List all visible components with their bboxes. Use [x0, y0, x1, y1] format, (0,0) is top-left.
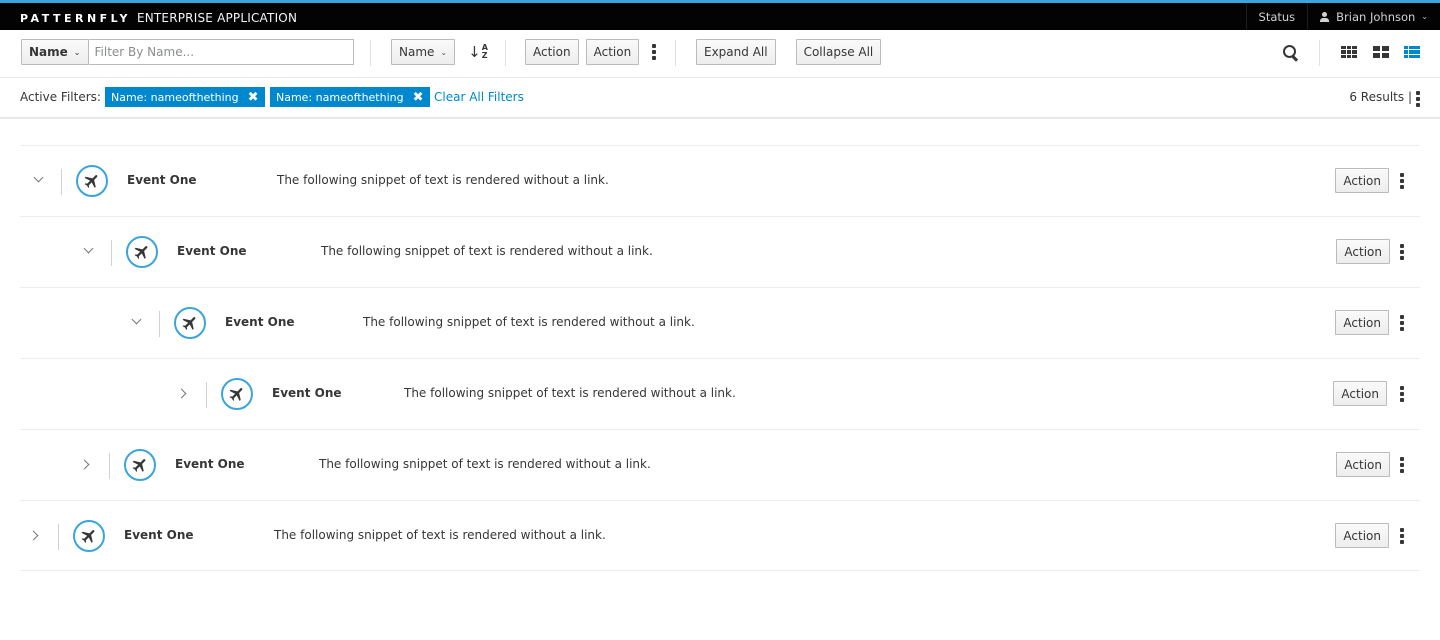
chevron-right-icon[interactable] — [31, 531, 41, 541]
kebab-menu-icon[interactable] — [1400, 315, 1404, 331]
user-icon — [1320, 11, 1330, 22]
brand[interactable]: PATTERNFLY ENTERPRISE APPLICATION — [20, 7, 297, 29]
kebab-menu-icon[interactable] — [1416, 91, 1420, 107]
close-icon[interactable]: ✖ — [248, 90, 259, 105]
clear-all-filters-link[interactable]: Clear All Filters — [434, 90, 524, 104]
list-item-title: Event One — [127, 173, 197, 187]
list-item-description: The following snippet of text is rendere… — [319, 457, 651, 471]
plane-icon — [126, 236, 158, 268]
collapse-all-button[interactable]: Collapse All — [795, 39, 882, 65]
toolbar-divider — [370, 40, 371, 66]
list-item[interactable]: Event One The following snippet of text … — [20, 287, 1420, 358]
row-divider — [111, 240, 112, 266]
results-count: 6 Results | — [1349, 90, 1412, 104]
list-item[interactable]: Event One The following snippet of text … — [20, 429, 1420, 500]
list-item[interactable]: Event One The following snippet of text … — [20, 500, 1420, 571]
plane-icon — [73, 520, 105, 552]
masthead: PATTERNFLY ENTERPRISE APPLICATION Status… — [0, 0, 1440, 30]
plane-icon — [76, 165, 108, 197]
filter-chip-label: Name: nameofthething — [276, 90, 404, 104]
row-divider — [159, 311, 160, 337]
small-icon-view-icon[interactable] — [1341, 46, 1357, 58]
kebab-menu-icon[interactable] — [1400, 173, 1404, 189]
row-action-button[interactable]: Action — [1336, 239, 1390, 264]
list-item-title: Event One — [272, 386, 342, 400]
action-group: Action Action — [525, 39, 657, 65]
status-label: Status — [1258, 9, 1296, 24]
kebab-menu-icon[interactable] — [1400, 386, 1404, 402]
sort-group: Name ⌄ ↓ AZ — [391, 39, 488, 65]
brand-logo: PATTERNFLY — [20, 11, 131, 25]
list-view-icon[interactable] — [1404, 46, 1420, 58]
filter-input[interactable]: Filter By Name... — [88, 39, 354, 65]
sort-field-label: Name — [399, 45, 435, 59]
list-item[interactable]: Event One The following snippet of text … — [20, 145, 1420, 216]
chevron-down-icon: ⌄ — [1421, 12, 1428, 21]
list-item-description: The following snippet of text is rendere… — [277, 173, 609, 187]
status-link[interactable]: Status — [1245, 3, 1308, 30]
list-item-description: The following snippet of text is rendere… — [321, 244, 653, 258]
action-button-1[interactable]: Action — [525, 39, 579, 65]
list-item[interactable]: Event One The following snippet of text … — [20, 216, 1420, 287]
chevron-down-icon: ⌄ — [440, 47, 448, 57]
sort-alpha-asc-icon[interactable]: ↓ AZ — [468, 44, 488, 60]
list-view: Event One The following snippet of text … — [20, 145, 1420, 571]
plane-icon — [124, 449, 156, 481]
search-icon[interactable] — [1283, 45, 1299, 61]
row-action-button[interactable]: Action — [1335, 523, 1389, 548]
kebab-menu-icon[interactable] — [652, 44, 657, 60]
row-divider — [58, 524, 59, 550]
action-button-2[interactable]: Action — [585, 39, 640, 65]
close-icon[interactable]: ✖ — [413, 90, 424, 105]
filter-type-dropdown[interactable]: Name ⌄ — [21, 39, 89, 65]
user-name: Brian Johnson — [1336, 9, 1416, 24]
row-action-button[interactable]: Action — [1335, 168, 1389, 193]
large-icon-view-icon[interactable] — [1373, 46, 1389, 58]
active-filters-label: Active Filters: — [20, 90, 101, 104]
list-item[interactable]: Event One The following snippet of text … — [20, 358, 1420, 429]
chevron-down-icon: ⌄ — [73, 47, 81, 57]
user-menu[interactable]: Brian Johnson ⌄ — [1307, 3, 1440, 30]
toolbar-divider — [675, 40, 676, 66]
list-item-title: Event One — [177, 244, 247, 258]
utility-nav: Status Brian Johnson ⌄ — [1245, 3, 1440, 30]
list-item-description: The following snippet of text is rendere… — [404, 386, 736, 400]
row-action-button[interactable]: Action — [1333, 381, 1387, 406]
brand-product-name: ENTERPRISE APPLICATION — [136, 11, 298, 25]
list-item-description: The following snippet of text is rendere… — [363, 315, 695, 329]
filter-chip: Name: nameofthething ✖ — [270, 87, 430, 107]
list-item-title: Event One — [225, 315, 295, 329]
filter-chip: Name: nameofthething ✖ — [105, 87, 265, 107]
row-action-button[interactable]: Action — [1335, 310, 1389, 335]
chevron-right-icon[interactable] — [179, 389, 189, 399]
expand-all-button[interactable]: Expand All — [696, 39, 776, 65]
chevron-down-icon[interactable] — [132, 318, 142, 328]
toolbar-divider — [1319, 40, 1320, 66]
active-filters-bar: Active Filters: Name: nameofthething ✖ N… — [0, 79, 1440, 119]
filter-type-label: Name — [29, 45, 68, 59]
expand-collapse-group: Expand All Collapse All — [696, 39, 882, 65]
chevron-down-icon[interactable] — [84, 247, 94, 257]
chevron-right-icon[interactable] — [82, 460, 92, 470]
row-divider — [109, 453, 110, 479]
kebab-menu-icon[interactable] — [1400, 244, 1404, 260]
toolbar-divider — [505, 40, 506, 66]
list-item-description: The following snippet of text is rendere… — [274, 528, 606, 542]
row-action-button[interactable]: Action — [1336, 452, 1390, 477]
kebab-menu-icon[interactable] — [1400, 528, 1404, 544]
filter-group: Name ⌄ Filter By Name... — [21, 39, 354, 65]
plane-icon — [221, 378, 253, 410]
list-item-title: Event One — [175, 457, 245, 471]
row-divider — [206, 382, 207, 408]
row-divider — [61, 169, 62, 195]
sort-field-dropdown[interactable]: Name ⌄ — [391, 39, 456, 65]
filter-chip-label: Name: nameofthething — [111, 90, 239, 104]
plane-icon — [174, 307, 206, 339]
kebab-menu-icon[interactable] — [1400, 457, 1404, 473]
filter-placeholder: Filter By Name... — [94, 45, 195, 59]
toolbar: Name ⌄ Filter By Name... Name ⌄ ↓ AZ Act… — [0, 30, 1440, 78]
list-item-title: Event One — [124, 528, 194, 542]
chevron-down-icon[interactable] — [34, 176, 44, 186]
